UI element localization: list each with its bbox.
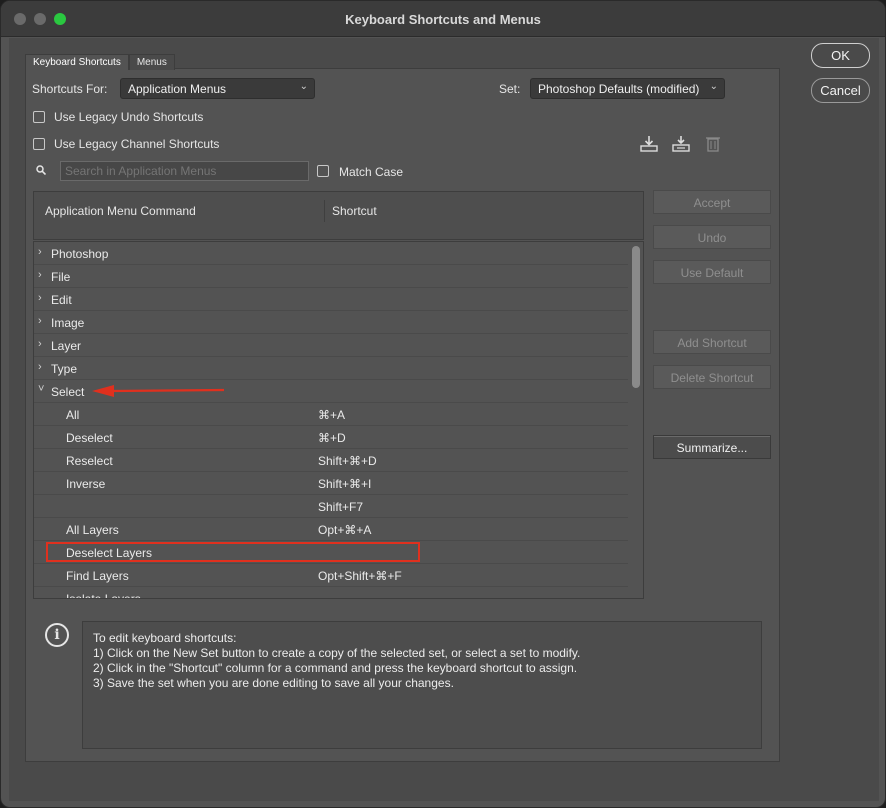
info-line: 1) Click on the New Set button to create… [93, 646, 581, 660]
match-case-checkbox[interactable] [317, 165, 329, 177]
chevron-right-icon[interactable]: › [38, 338, 42, 350]
info-icon: i [45, 623, 69, 647]
shortcut-value[interactable]: Shift+F7 [318, 500, 363, 514]
shortcut-value[interactable]: Shift+⌘+I [318, 477, 371, 491]
table-row[interactable]: All ⌘+A [34, 403, 628, 426]
shortcut-value[interactable]: ⌘+A [318, 408, 345, 422]
command-label: Select [51, 385, 85, 399]
window-title: Keyboard Shortcuts and Menus [345, 12, 541, 27]
search-input[interactable] [60, 161, 309, 181]
shortcut-value[interactable]: Opt+⌘+A [318, 523, 371, 537]
table-row[interactable]: Reselect Shift+⌘+D [34, 449, 628, 472]
set-select[interactable]: Photoshop Defaults (modified) ⌄ [530, 78, 725, 99]
match-case-label: Match Case [339, 165, 404, 179]
chevron-down-icon: ⌄ [709, 81, 718, 92]
menu-group-row[interactable]: › Edit [34, 288, 628, 311]
highlight-box [46, 542, 420, 562]
legacy-undo-label: Use Legacy Undo Shortcuts [54, 110, 204, 124]
shortcut-value[interactable]: ⌘+D [318, 431, 346, 445]
command-label: Reselect [66, 454, 113, 468]
table-row[interactable]: All Layers Opt+⌘+A [34, 518, 628, 541]
info-line: To edit keyboard shortcuts: [93, 631, 237, 645]
set-label: Set: [499, 82, 521, 96]
command-label: Isolate Layers [66, 592, 141, 599]
table-row[interactable]: Deselect ⌘+D [34, 426, 628, 449]
delete-set-icon[interactable] [703, 135, 723, 153]
chevron-right-icon[interactable]: › [38, 246, 42, 258]
command-label: Find Layers [66, 569, 129, 583]
undo-button[interactable]: Undo [653, 225, 771, 249]
chevron-right-icon[interactable]: › [38, 361, 42, 373]
search-icon [36, 165, 46, 175]
command-label: All Layers [66, 523, 119, 537]
column-header-shortcut[interactable]: Shortcut [332, 204, 377, 218]
info-line: 3) Save the set when you are done editin… [93, 676, 454, 690]
delete-shortcut-button[interactable]: Delete Shortcut [653, 365, 771, 389]
command-label: Photoshop [51, 247, 109, 261]
chevron-right-icon[interactable]: › [38, 315, 42, 327]
command-label: File [51, 270, 71, 284]
menu-group-row[interactable]: › Photoshop [34, 242, 628, 265]
command-label: Layer [51, 339, 82, 353]
command-label: Edit [51, 293, 72, 307]
shortcuts-for-label: Shortcuts For: [32, 82, 108, 96]
chevron-down-icon: ⌄ [299, 81, 308, 92]
legacy-channel-checkbox[interactable] [33, 138, 45, 150]
chevron-right-icon[interactable]: › [38, 269, 42, 281]
command-label: Deselect [66, 431, 113, 445]
vertical-scrollbar[interactable] [631, 244, 641, 598]
red-arrow-annotation [92, 385, 225, 397]
new-set-icon[interactable] [671, 135, 691, 153]
chevron-right-icon[interactable]: › [38, 292, 42, 304]
menu-group-row[interactable]: › Layer [34, 334, 628, 357]
shortcuts-for-select[interactable]: Application Menus ⌄ [120, 78, 315, 99]
info-box: To edit keyboard shortcuts: 1) Click on … [82, 621, 762, 749]
command-label: Image [51, 316, 85, 330]
menu-group-row[interactable]: › Image [34, 311, 628, 334]
table-header: Application Menu Command Shortcut [33, 191, 644, 240]
summarize-button[interactable]: Summarize... [653, 435, 771, 459]
ok-button[interactable]: OK [811, 43, 870, 68]
chevron-down-icon[interactable]: ˅ [38, 383, 44, 395]
command-label: Type [51, 362, 78, 376]
column-divider[interactable] [324, 200, 325, 222]
column-header-command[interactable]: Application Menu Command [45, 204, 196, 218]
command-label: Inverse [66, 477, 106, 491]
scrollbar-thumb[interactable] [632, 246, 640, 388]
info-line: 2) Click in the "Shortcut" column for a … [93, 661, 578, 675]
command-label: All [66, 408, 80, 422]
tab-keyboard-shortcuts[interactable]: Keyboard Shortcuts [25, 54, 129, 70]
add-shortcut-button[interactable]: Add Shortcut [653, 330, 771, 354]
menu-group-row[interactable]: › File [34, 265, 628, 288]
tab-bar: Keyboard Shortcuts Menus [25, 54, 175, 70]
accept-button[interactable]: Accept [653, 190, 771, 214]
shortcut-value[interactable]: Shift+⌘+D [318, 454, 377, 468]
use-default-button[interactable]: Use Default [653, 260, 771, 284]
set-value: Photoshop Defaults (modified) [538, 82, 700, 96]
table-row[interactable]: Isolate Layers [34, 587, 628, 599]
menu-group-row[interactable]: › Type [34, 357, 628, 380]
cancel-button[interactable]: Cancel [811, 78, 870, 103]
title-bar: Keyboard Shortcuts and Menus [1, 1, 885, 37]
legacy-channel-label: Use Legacy Channel Shortcuts [54, 137, 220, 151]
legacy-undo-checkbox[interactable] [33, 111, 45, 123]
table-row[interactable]: Find Layers Opt+Shift+⌘+F [34, 564, 628, 587]
shortcut-value[interactable]: Opt+Shift+⌘+F [318, 569, 402, 583]
tab-menus[interactable]: Menus [128, 54, 175, 70]
shortcuts-for-value: Application Menus [128, 82, 227, 96]
table-row[interactable]: Shift+F7 [34, 495, 628, 518]
table-row[interactable]: Inverse Shift+⌘+I [34, 472, 628, 495]
save-set-icon[interactable] [639, 135, 659, 153]
